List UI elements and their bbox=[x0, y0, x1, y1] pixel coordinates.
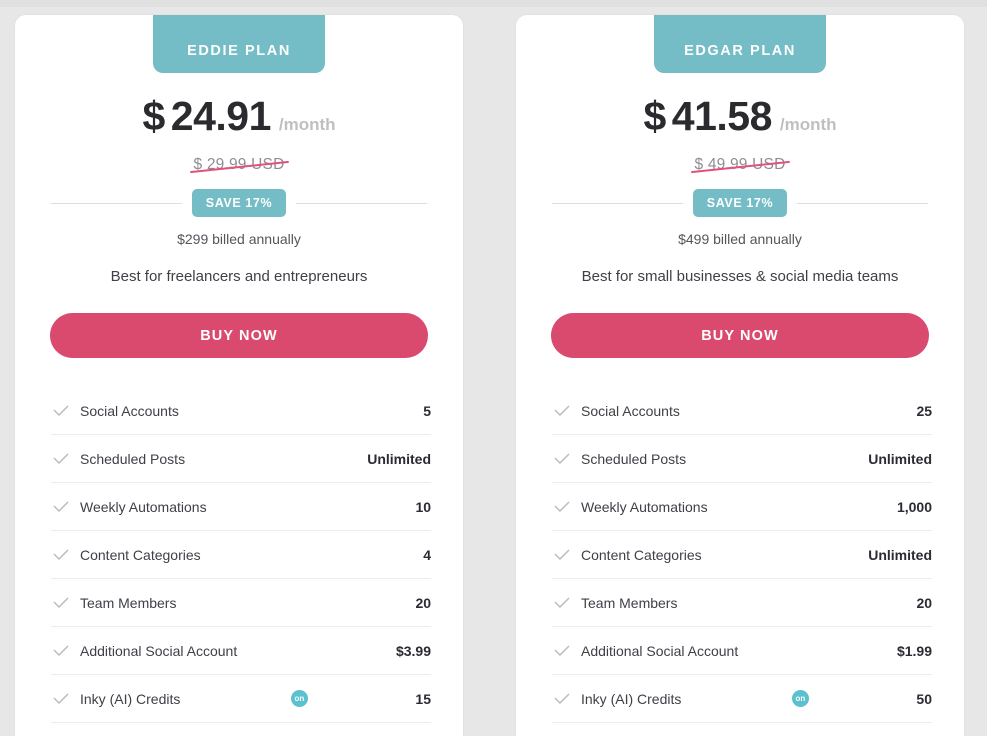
check-icon bbox=[554, 549, 570, 560]
feature-value: 4 bbox=[423, 546, 431, 563]
feature-value: $3.99 bbox=[395, 642, 432, 659]
price-period: /month bbox=[779, 115, 837, 134]
buy-now-button[interactable]: BUY NOW bbox=[551, 313, 929, 358]
table-row: Content Categories Unlimited bbox=[552, 531, 932, 579]
plan-tab-edgar: EDGAR PLAN bbox=[654, 15, 826, 73]
plan-tab-eddie: EDDIE PLAN bbox=[153, 15, 325, 73]
old-price-row: $ 49.99 USD bbox=[516, 156, 964, 174]
feature-label: Additional Social Account bbox=[581, 642, 739, 659]
check-icon bbox=[53, 597, 69, 608]
billed-annually-text: $299 billed annually bbox=[177, 231, 301, 247]
feature-label: Team Members bbox=[80, 594, 177, 611]
table-row: Social Accounts 5 bbox=[51, 387, 431, 435]
feature-value: $1.99 bbox=[896, 642, 933, 659]
feature-list-eddie: Social Accounts 5 Scheduled Posts Unlimi… bbox=[51, 387, 431, 723]
check-icon bbox=[53, 405, 69, 416]
feature-value: 25 bbox=[916, 402, 933, 419]
top-strip bbox=[0, 0, 987, 7]
plan-tab-label: EDDIE PLAN bbox=[187, 43, 291, 59]
check-icon bbox=[554, 405, 570, 416]
check-icon bbox=[554, 501, 570, 512]
table-row: Team Members 20 bbox=[552, 579, 932, 627]
price-amount: 41.58 bbox=[671, 93, 773, 139]
price-row: $ 41.58 /month bbox=[516, 93, 964, 140]
table-row: Weekly Automations 1,000 bbox=[552, 483, 932, 531]
table-row: Scheduled Posts Unlimited bbox=[51, 435, 431, 483]
price-amount: 24.91 bbox=[170, 93, 272, 139]
feature-value: 5 bbox=[423, 402, 432, 419]
table-row: Social Accounts 25 bbox=[552, 387, 932, 435]
table-row: Scheduled Posts Unlimited bbox=[552, 435, 932, 483]
feature-label: Content Categories bbox=[80, 546, 201, 563]
feature-label: Social Accounts bbox=[80, 402, 179, 419]
table-row: Content Categories 4 bbox=[51, 531, 431, 579]
old-price: $ 29.99 USD bbox=[189, 156, 289, 174]
price-currency: $ bbox=[643, 93, 666, 139]
check-icon bbox=[554, 597, 570, 608]
pricing-card-eddie: EDDIE PLAN $ 24.91 /month $ 29.99 USD SA… bbox=[14, 14, 464, 736]
feature-value: Unlimited bbox=[868, 546, 933, 563]
check-icon bbox=[53, 453, 69, 464]
table-row: Additional Social Account $1.99 bbox=[552, 627, 932, 675]
plan-tagline: Best for freelancers and entrepreneurs bbox=[110, 268, 368, 285]
pricing-page: EDDIE PLAN $ 24.91 /month $ 29.99 USD SA… bbox=[0, 0, 987, 736]
feature-label: Social Accounts bbox=[581, 402, 680, 419]
check-icon bbox=[554, 693, 570, 704]
plan-tab-label: EDGAR PLAN bbox=[684, 43, 796, 59]
check-icon bbox=[554, 645, 570, 656]
inky-on-badge-icon[interactable]: on bbox=[791, 690, 809, 707]
plan-tagline: Best for small businesses & social media… bbox=[581, 268, 899, 285]
price-row: $ 24.91 /month bbox=[15, 93, 463, 140]
feature-label: Inky (AI) Credits bbox=[581, 690, 682, 707]
table-row: Additional Social Account $3.99 bbox=[51, 627, 431, 675]
check-icon bbox=[554, 453, 570, 464]
check-icon bbox=[53, 501, 69, 512]
table-row: Weekly Automations 10 bbox=[51, 483, 431, 531]
feature-value: 50 bbox=[916, 690, 932, 707]
pricing-card-edgar: EDGAR PLAN $ 41.58 /month $ 49.99 USD SA… bbox=[515, 14, 965, 736]
feature-value: 20 bbox=[415, 594, 432, 611]
feature-value: 15 bbox=[415, 690, 431, 707]
feature-label: Content Categories bbox=[581, 546, 702, 563]
check-icon bbox=[53, 693, 69, 704]
old-price: $ 49.99 USD bbox=[690, 156, 790, 174]
save-badge: SAVE 17% bbox=[191, 189, 287, 217]
feature-label: Team Members bbox=[581, 594, 678, 611]
price-currency: $ bbox=[142, 93, 165, 139]
feature-value: 20 bbox=[916, 594, 933, 611]
old-price-row: $ 29.99 USD bbox=[15, 156, 463, 174]
feature-label: Additional Social Account bbox=[80, 642, 238, 659]
price-period: /month bbox=[278, 115, 336, 134]
feature-value: 1,000 bbox=[896, 498, 933, 515]
check-icon bbox=[53, 645, 69, 656]
feature-value: 10 bbox=[415, 498, 432, 515]
feature-value: Unlimited bbox=[367, 450, 432, 467]
feature-label: Weekly Automations bbox=[80, 498, 207, 515]
feature-label: Weekly Automations bbox=[581, 498, 708, 515]
feature-label: Scheduled Posts bbox=[80, 450, 186, 467]
buy-now-button[interactable]: BUY NOW bbox=[50, 313, 428, 358]
table-row: Inky (AI) Credits on 50 bbox=[552, 675, 932, 723]
table-row: Inky (AI) Credits on 15 bbox=[51, 675, 431, 723]
check-icon bbox=[53, 549, 69, 560]
feature-label: Inky (AI) Credits bbox=[80, 690, 181, 707]
feature-value: Unlimited bbox=[868, 450, 933, 467]
save-divider: SAVE 17% bbox=[51, 189, 427, 217]
save-badge: SAVE 17% bbox=[692, 189, 788, 217]
billed-annually-text: $499 billed annually bbox=[678, 231, 802, 247]
table-row: Team Members 20 bbox=[51, 579, 431, 627]
feature-label: Scheduled Posts bbox=[581, 450, 687, 467]
inky-on-badge-icon[interactable]: on bbox=[290, 690, 308, 707]
feature-list-edgar: Social Accounts 25 Scheduled Posts Unlim… bbox=[552, 387, 932, 723]
save-divider: SAVE 17% bbox=[552, 189, 928, 217]
